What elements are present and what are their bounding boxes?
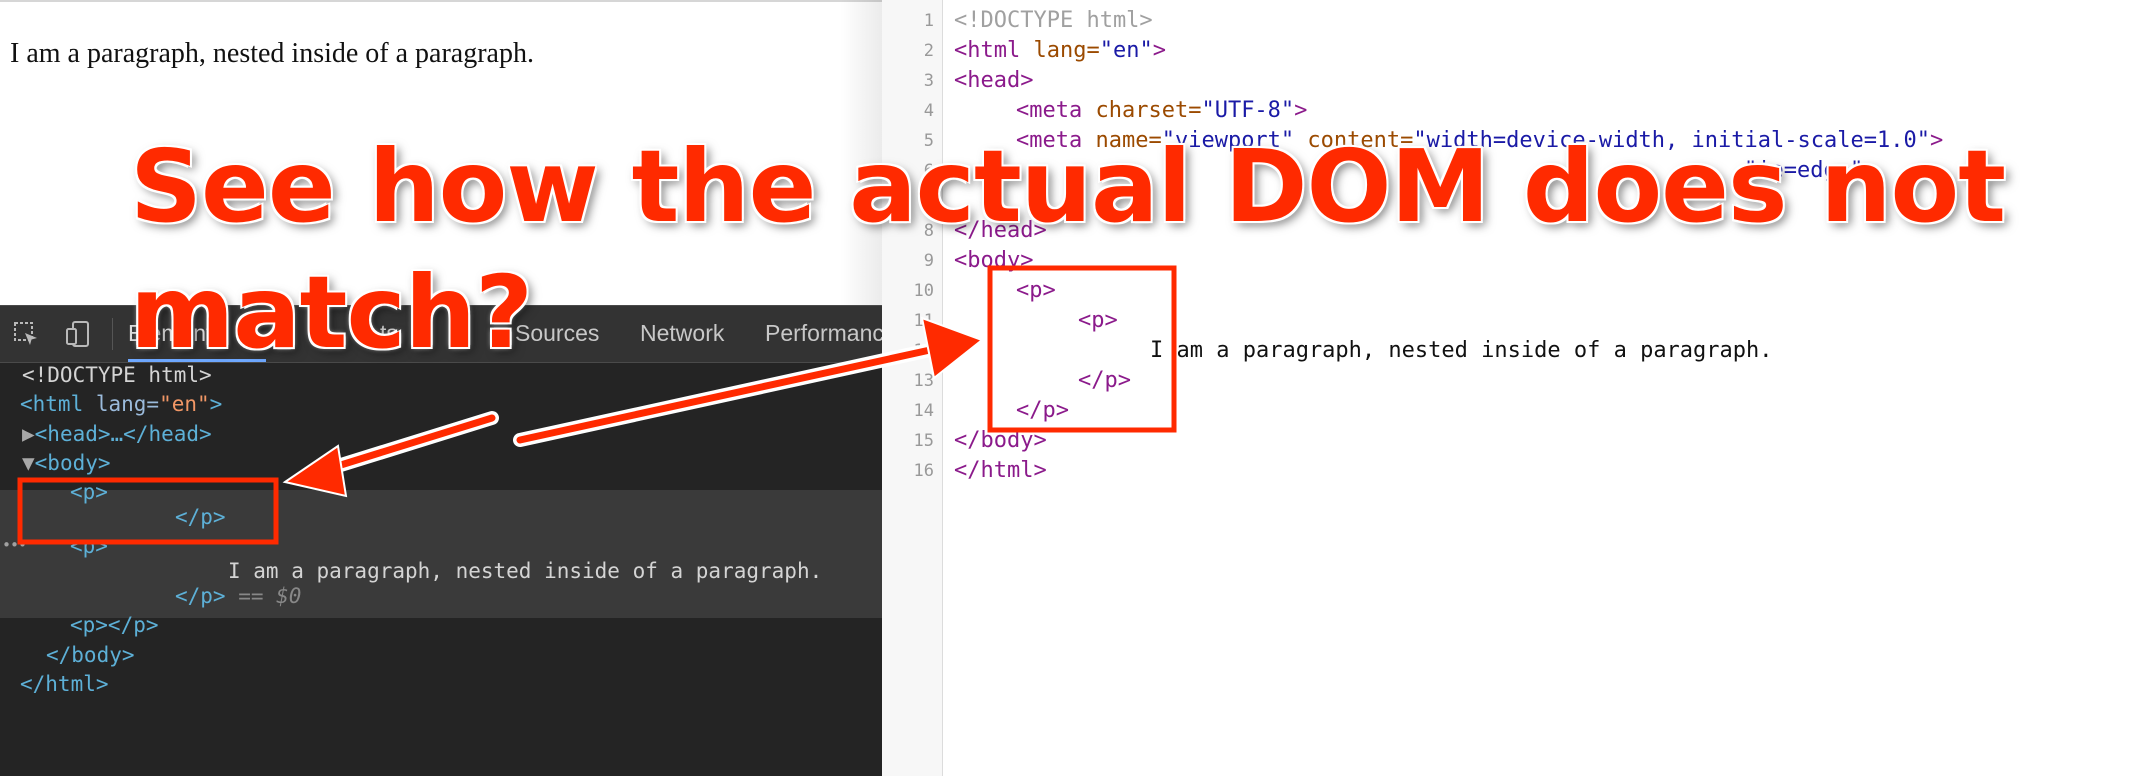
line-number: 16	[913, 461, 934, 481]
tree-node-html-close[interactable]: </html>	[20, 671, 109, 697]
outer-p-close-tag: </p>	[1016, 398, 1069, 423]
expand-triangle-icon[interactable]: ▶	[22, 422, 35, 446]
p2-close-tag: </p>	[175, 584, 226, 608]
line-number: 10	[913, 281, 934, 301]
collapse-triangle-icon[interactable]: ▼	[22, 451, 35, 475]
tree-node-html[interactable]: <html lang="en">	[20, 391, 222, 417]
line-number: 13	[913, 371, 934, 391]
source-line-16: </html>	[954, 456, 1047, 486]
annotation-callout-line-1: See how the actual DOM does not	[130, 128, 2006, 245]
source-line-14: </p>	[1016, 396, 1069, 426]
source-line-13: </p>	[1078, 366, 1131, 396]
html-lang-attr: lang=	[83, 392, 160, 416]
line-number: 2	[923, 41, 934, 61]
source-line-9: <body>	[954, 246, 1033, 276]
p1-open-tag: <p>	[70, 480, 108, 504]
elements-tree: <!DOCTYPE html> <html lang="en"> ▶<head>…	[0, 362, 882, 776]
line-number: 4	[923, 101, 934, 121]
tree-node-p-selected-open[interactable]: <p>	[70, 533, 108, 559]
tree-node-p-text[interactable]: I am a paragraph, nested inside of a par…	[228, 558, 822, 584]
p3-tag: <p></p>	[70, 613, 159, 637]
html-tag: <html	[20, 392, 84, 416]
selected-node-marker: == $0	[238, 584, 302, 608]
tree-node-body-close[interactable]: </body>	[46, 642, 135, 668]
annotation-callout-line-2: match?	[130, 254, 533, 371]
source-line-15: </body>	[954, 426, 1047, 456]
doctype-text: <!DOCTYPE html>	[954, 8, 1153, 33]
lang-attr: lang=	[1033, 38, 1100, 63]
head-collapsed-text: <head>…</head>	[34, 422, 212, 446]
body-open-tag: <body>	[954, 248, 1034, 273]
source-line-4: <meta charset="UTF-8">	[1016, 96, 1307, 126]
lang-value: "en"	[1099, 38, 1153, 63]
html-tag-end: >	[209, 392, 223, 416]
line-number: 15	[913, 431, 934, 451]
line-number: 9	[923, 251, 934, 271]
tree-node-body[interactable]: ▼<body>	[22, 450, 111, 476]
source-line-1: <!DOCTYPE html>	[954, 6, 1153, 36]
tree-node-p-empty-open[interactable]: <p>	[70, 479, 108, 505]
body-open-tag: <body>	[34, 451, 111, 475]
head-open-tag: <head>	[954, 68, 1034, 93]
line-number: 12	[913, 341, 934, 361]
tab-network[interactable]: Network	[640, 320, 724, 347]
source-line-2: <html lang="en">	[954, 36, 1166, 66]
inner-p-close-tag: </p>	[1078, 368, 1131, 393]
line-number: 1	[923, 11, 934, 31]
paragraph-text: I am a paragraph, nested inside of a par…	[1150, 338, 1773, 363]
charset-attr: charset=	[1095, 98, 1202, 123]
tree-node-p-selected-close[interactable]: </p> == $0	[175, 583, 301, 609]
meta-tag: <meta	[1016, 98, 1096, 123]
source-line-10: <p>	[1016, 276, 1056, 306]
toolbar-divider	[112, 318, 113, 350]
line-number: 14	[913, 401, 934, 421]
line-number-gutter: 1 2 3 4 5 6 7 8 9 10 11 12 13 14 15 16	[882, 0, 943, 776]
source-line-3: <head>	[954, 66, 1033, 96]
html-close-tag: </html>	[954, 458, 1047, 483]
tree-node-head[interactable]: ▶<head>…</head>	[22, 421, 212, 447]
html-tag: <html	[954, 38, 1034, 63]
charset-value: "UTF-8"	[1201, 98, 1295, 123]
tree-node-p-empty-2[interactable]: <p></p>	[70, 612, 159, 638]
body-close-tag: </body>	[954, 428, 1047, 453]
html-lang-value: "en"	[159, 392, 210, 416]
line-number: 11	[913, 311, 934, 331]
inspect-element-icon[interactable]	[12, 320, 40, 348]
tab-performance[interactable]: Performance	[765, 320, 897, 347]
meta-tag-end: >	[1294, 98, 1308, 123]
rendered-paragraph: I am a paragraph, nested inside of a par…	[10, 38, 534, 69]
line-number: 3	[923, 71, 934, 91]
tree-node-p-empty-close[interactable]: </p>	[175, 504, 226, 530]
outer-p-open-tag: <p>	[1016, 278, 1056, 303]
device-toolbar-icon[interactable]	[64, 320, 92, 348]
p2-open-tag: <p>	[70, 534, 108, 558]
source-line-12: I am a paragraph, nested inside of a par…	[1150, 336, 1773, 366]
html-tag-end: >	[1152, 38, 1166, 63]
inner-p-open-tag: <p>	[1078, 308, 1118, 333]
source-line-11: <p>	[1078, 306, 1118, 336]
html-close-tag: </html>	[20, 672, 109, 696]
p1-close-tag: </p>	[175, 505, 226, 529]
p2-text: I am a paragraph, nested inside of a par…	[228, 559, 823, 583]
source-editor: 1 2 3 4 5 6 7 8 9 10 11 12 13 14 15 16 <…	[882, 0, 2132, 776]
body-close-tag: </body>	[46, 643, 135, 667]
